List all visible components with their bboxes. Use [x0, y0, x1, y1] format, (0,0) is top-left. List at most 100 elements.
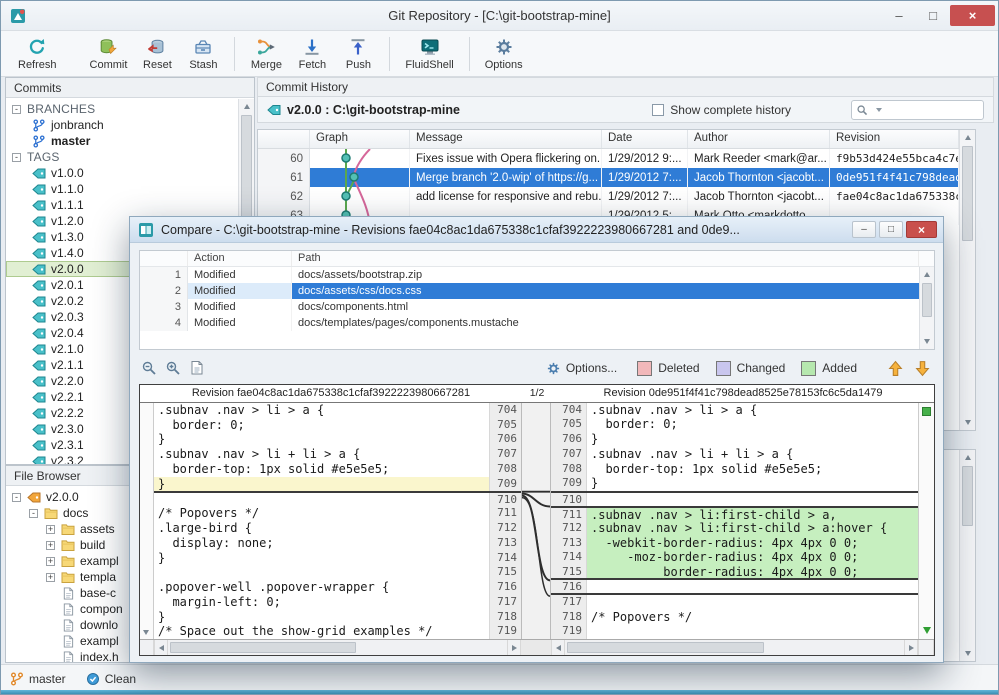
- row-number: 60: [258, 149, 310, 168]
- file-column-header-action[interactable]: Action: [188, 251, 292, 266]
- scroll-track[interactable]: [565, 640, 904, 655]
- scrollbar-thumb[interactable]: [922, 283, 932, 317]
- file-row[interactable]: 1Modifieddocs/assets/bootstrap.zip: [140, 267, 919, 283]
- branch-item-master[interactable]: master: [6, 133, 238, 149]
- next-change-marker-icon[interactable]: [923, 627, 931, 634]
- file-row-number: 2: [140, 283, 188, 299]
- left-pane-hscrollbar[interactable]: [154, 640, 521, 655]
- zoom-in-icon[interactable]: [163, 359, 183, 377]
- branch-item-jonbranch[interactable]: jonbranch: [6, 117, 238, 133]
- scrollbar-thumb[interactable]: [962, 466, 973, 526]
- tag-item-v1.1.0[interactable]: v1.1.0: [6, 181, 238, 197]
- file-column-header-path[interactable]: Path: [292, 251, 919, 266]
- history-search-input[interactable]: [882, 104, 979, 116]
- fetch-button[interactable]: Fetch: [289, 33, 335, 75]
- scrollbar-thumb[interactable]: [567, 642, 764, 653]
- close-button[interactable]: ×: [950, 5, 995, 26]
- dialog-minimize-button[interactable]: –: [852, 221, 876, 238]
- details-scrollbar[interactable]: [959, 450, 975, 661]
- diff-horizontal-scrollbars: [140, 639, 934, 655]
- scroll-down-icon[interactable]: [960, 646, 975, 661]
- push-button[interactable]: Push: [335, 33, 381, 75]
- column-header-author[interactable]: Author: [688, 130, 830, 148]
- maximize-button[interactable]: □: [916, 5, 950, 26]
- scroll-up-icon[interactable]: [960, 130, 975, 145]
- dialog-close-button[interactable]: ×: [906, 221, 937, 238]
- main-toolbar: Refresh CommitResetStash MergeFetchPush Flu…: [1, 31, 998, 77]
- collapse-expander-icon[interactable]: +: [46, 525, 55, 534]
- tag-icon: [32, 455, 46, 465]
- collapse-expander-icon[interactable]: -: [29, 509, 38, 518]
- collapse-expander-icon[interactable]: -: [12, 493, 21, 502]
- collapse-expander-icon[interactable]: +: [46, 573, 55, 582]
- scroll-up-icon[interactable]: [920, 267, 934, 282]
- scroll-down-icon[interactable]: [960, 415, 975, 430]
- collapse-expander-icon[interactable]: -: [12, 105, 21, 114]
- diff-line: }718: [154, 610, 521, 625]
- scroll-up-icon[interactable]: [239, 99, 254, 114]
- collapse-expander-icon[interactable]: +: [46, 557, 55, 566]
- file-row-number: 4: [140, 315, 188, 331]
- previous-change-icon[interactable]: [887, 360, 904, 377]
- tag-item-v1.0.0[interactable]: v1.0.0: [6, 165, 238, 181]
- scrollbar-thumb[interactable]: [962, 146, 973, 241]
- commit-row[interactable]: 62add license for responsive and rebu...…: [258, 187, 959, 206]
- scrollbar-thumb[interactable]: [170, 642, 356, 653]
- diff-body: .subnav .nav > li > a {704 border: 0;705…: [140, 403, 934, 639]
- show-complete-history-checkbox[interactable]: [652, 104, 664, 116]
- code-text: .subnav .nav > li:first-child > a,: [587, 508, 918, 521]
- right-pane-hscrollbar[interactable]: [551, 640, 918, 655]
- column-header-revision[interactable]: Revision: [830, 130, 959, 148]
- files-list-scrollbar[interactable]: [919, 267, 934, 349]
- tag-icon: [32, 311, 46, 324]
- scroll-right-icon[interactable]: [904, 640, 918, 655]
- options-button[interactable]: Options: [478, 33, 530, 75]
- column-header-message[interactable]: Message: [410, 130, 602, 148]
- scroll-up-icon[interactable]: [960, 450, 975, 465]
- column-header-graph[interactable]: Graph: [310, 130, 410, 148]
- scroll-track[interactable]: [168, 640, 507, 655]
- line-number: 715: [551, 565, 587, 578]
- tree-section-tags[interactable]: -TAGS: [6, 149, 238, 165]
- diff-left-scroll-strip[interactable]: [140, 403, 154, 639]
- file-row[interactable]: 3Modifieddocs/components.html: [140, 299, 919, 315]
- refresh-button[interactable]: Refresh: [11, 33, 64, 75]
- scroll-down-icon[interactable]: [143, 630, 149, 635]
- minimize-button[interactable]: –: [882, 5, 916, 26]
- added-change-marker[interactable]: [922, 407, 931, 416]
- next-change-icon[interactable]: [914, 360, 931, 377]
- commit-button[interactable]: Commit: [83, 33, 135, 75]
- collapse-expander-icon[interactable]: +: [46, 541, 55, 550]
- commit-table-scrollbar[interactable]: [959, 130, 975, 430]
- file-path: docs/assets/bootstrap.zip: [292, 267, 919, 283]
- diff-change-map[interactable]: [918, 403, 934, 639]
- tree-section-branches[interactable]: -BRANCHES: [6, 101, 238, 117]
- collapse-expander-icon[interactable]: -: [12, 153, 21, 162]
- scroll-down-icon[interactable]: [920, 334, 934, 349]
- dialog-maximize-button[interactable]: □: [879, 221, 903, 238]
- diff-line: border-top: 1px solid #e5e5e5;708: [154, 462, 521, 477]
- scroll-left-icon[interactable]: [551, 640, 565, 655]
- stash-button[interactable]: Stash: [180, 33, 226, 75]
- file-row[interactable]: 2Modifieddocs/assets/css/docs.css: [140, 283, 919, 299]
- tag-item-v1.1.1[interactable]: v1.1.1: [6, 197, 238, 213]
- commit-row[interactable]: 61Merge branch '2.0-wip' of https://g...…: [258, 168, 959, 187]
- main-window: Git Repository - [C:\git-bootstrap-mine]…: [0, 0, 999, 695]
- export-icon[interactable]: [187, 359, 207, 377]
- show-complete-history-toggle[interactable]: Show complete history: [652, 103, 791, 117]
- tag-label: v2.0.2: [51, 294, 84, 308]
- diff-line: 714 -moz-border-radius: 4px 4px 0 0;: [551, 550, 918, 565]
- commit-row[interactable]: 60Fixes issue with Opera flickering on..…: [258, 149, 959, 168]
- column-header-date[interactable]: Date: [602, 130, 688, 148]
- scroll-right-icon[interactable]: [507, 640, 521, 655]
- scroll-left-icon[interactable]: [154, 640, 168, 655]
- commit-icon: [98, 37, 118, 57]
- fluidshell-button[interactable]: FluidShell: [398, 33, 460, 75]
- tag-icon: [32, 391, 46, 404]
- folder-icon: [44, 507, 58, 520]
- zoom-out-icon[interactable]: [139, 359, 159, 377]
- reset-button[interactable]: Reset: [134, 33, 180, 75]
- diff-options-button[interactable]: Options...: [546, 361, 617, 376]
- file-row[interactable]: 4Modifieddocs/templates/pages/components…: [140, 315, 919, 331]
- merge-button[interactable]: Merge: [243, 33, 289, 75]
